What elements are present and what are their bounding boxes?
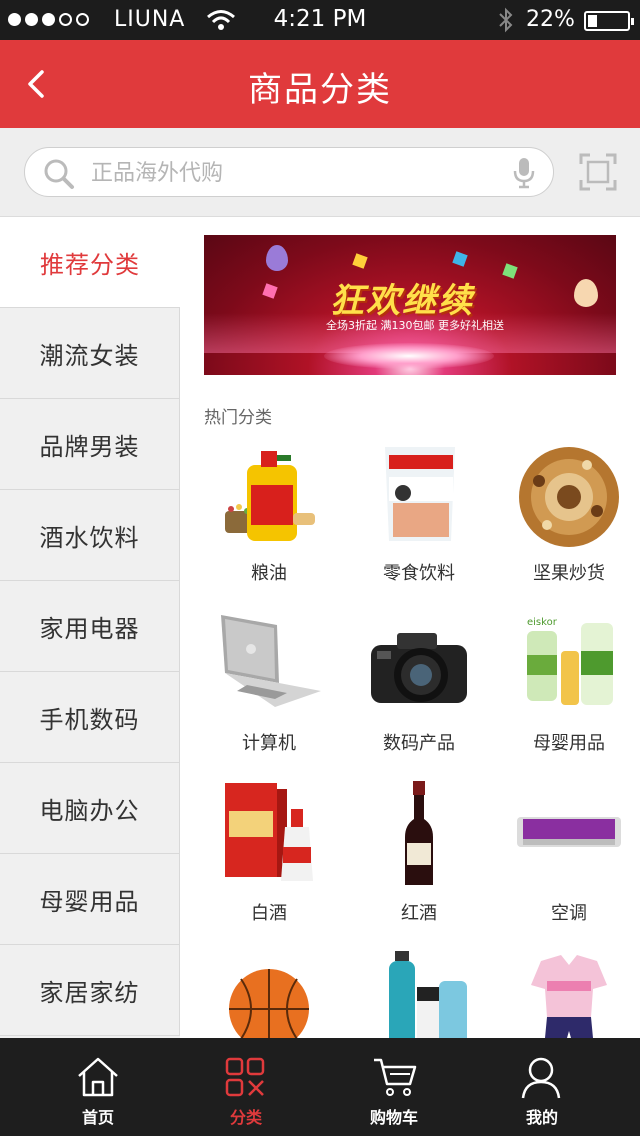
gift-icon bbox=[502, 263, 518, 279]
battery-percent: 22% bbox=[526, 7, 575, 32]
category-icon bbox=[225, 1057, 265, 1097]
category-baby[interactable]: eiskor 母婴用品 bbox=[490, 597, 640, 767]
tab-home[interactable]: 首页 bbox=[18, 1038, 178, 1136]
sidebar-item-women-fashion[interactable]: 潮流女装 bbox=[0, 308, 180, 399]
sidebar-item-baby[interactable]: 母婴用品 bbox=[0, 854, 180, 945]
battery-icon bbox=[584, 11, 634, 31]
category-label: 计算机 bbox=[242, 733, 296, 754]
category-kids-clothing[interactable] bbox=[490, 937, 640, 1038]
gift-icon bbox=[452, 251, 468, 267]
category-label: 母婴用品 bbox=[533, 733, 605, 754]
banner-headline: 狂欢继续 bbox=[330, 281, 474, 321]
category-liquor[interactable]: 白酒 bbox=[190, 767, 340, 937]
sidebar-item-men-brands[interactable]: 品牌男装 bbox=[0, 399, 180, 490]
air-conditioner-icon bbox=[517, 817, 621, 847]
cooking-oil-icon bbox=[225, 451, 315, 541]
nav-header: 商品分类 bbox=[0, 40, 640, 128]
hot-categories-title: 热门分类 bbox=[204, 408, 272, 428]
user-icon bbox=[521, 1057, 561, 1099]
basketball-icon bbox=[229, 969, 309, 1038]
category-air-conditioner[interactable]: 空调 bbox=[490, 767, 640, 937]
snack-bag-icon bbox=[385, 447, 455, 541]
cosmetics-icon bbox=[389, 951, 467, 1038]
sidebar-item-drinks[interactable]: 酒水饮料 bbox=[0, 490, 180, 581]
liquor-icon bbox=[225, 783, 313, 881]
category-label: 数码产品 bbox=[383, 733, 455, 754]
wine-bottle-icon bbox=[405, 781, 433, 885]
home-icon bbox=[78, 1057, 118, 1097]
cart-icon bbox=[374, 1058, 417, 1096]
balloon-icon bbox=[266, 245, 288, 271]
sidebar-item-home-textiles[interactable]: 家居家纺 bbox=[0, 945, 180, 1036]
category-label: 空调 bbox=[551, 903, 587, 924]
status-bar: LIUNA 4:21 PM 22% bbox=[0, 0, 640, 40]
gift-icon bbox=[352, 253, 368, 269]
tab-category[interactable]: 分类 bbox=[166, 1038, 326, 1136]
category-label: 白酒 bbox=[251, 903, 287, 924]
category-sports[interactable] bbox=[190, 937, 340, 1038]
category-cosmetics[interactable] bbox=[340, 937, 490, 1038]
category-sidebar: 推荐分类 潮流女装 品牌男装 酒水饮料 家用电器 手机数码 电脑办公 母婴用品 … bbox=[0, 217, 180, 1038]
category-red-wine[interactable]: 红酒 bbox=[340, 767, 490, 937]
promo-banner[interactable]: 狂欢继续 全场3折起 满130包邮 更多好礼相送 bbox=[204, 235, 616, 375]
sidebar-item-phones-digital[interactable]: 手机数码 bbox=[0, 672, 180, 763]
sidebar-item-computer-office[interactable]: 电脑办公 bbox=[0, 763, 180, 854]
category-content: 狂欢继续 全场3折起 满130包邮 更多好礼相送 热门分类 粮油 零食饮料 坚果… bbox=[180, 217, 640, 1038]
bottom-tab-bar: 首页 分类 购物车 我的 bbox=[0, 1038, 640, 1136]
search-input[interactable] bbox=[91, 156, 491, 190]
category-label: 零食饮料 bbox=[383, 563, 455, 584]
category-label: 粮油 bbox=[251, 563, 287, 584]
tab-cart[interactable]: 购物车 bbox=[314, 1038, 474, 1136]
kids-clothing-icon bbox=[531, 955, 607, 1038]
search-icon bbox=[44, 159, 74, 189]
category-label: 坚果炒货 bbox=[533, 563, 605, 584]
bluetooth-icon bbox=[499, 7, 513, 33]
category-nuts[interactable]: 坚果炒货 bbox=[490, 427, 640, 597]
camera-icon bbox=[371, 633, 467, 703]
search-box[interactable] bbox=[24, 147, 554, 197]
gift-icon bbox=[262, 283, 278, 299]
nuts-icon bbox=[519, 447, 619, 547]
laptop-icon bbox=[221, 615, 321, 707]
scan-icon[interactable] bbox=[579, 153, 617, 191]
sidebar-item-appliances[interactable]: 家用电器 bbox=[0, 581, 180, 672]
microphone-icon[interactable] bbox=[513, 157, 535, 189]
category-digital[interactable]: 数码产品 bbox=[340, 597, 490, 767]
banner-tagline: 全场3折起 满130包邮 更多好礼相送 bbox=[326, 319, 504, 332]
sidebar-item-recommended[interactable]: 推荐分类 bbox=[0, 217, 180, 308]
page-title: 商品分类 bbox=[248, 70, 392, 110]
search-bar bbox=[0, 128, 640, 217]
balloon-icon bbox=[574, 279, 598, 307]
category-cooking-oil[interactable]: 粮油 bbox=[190, 427, 340, 597]
category-label: 红酒 bbox=[401, 903, 437, 924]
tab-profile[interactable]: 我的 bbox=[462, 1038, 622, 1136]
category-snacks-drinks[interactable]: 零食饮料 bbox=[340, 427, 490, 597]
svg-text:eiskor: eiskor bbox=[527, 617, 558, 628]
baby-products-icon: eiskor bbox=[527, 617, 613, 705]
category-computer[interactable]: 计算机 bbox=[190, 597, 340, 767]
